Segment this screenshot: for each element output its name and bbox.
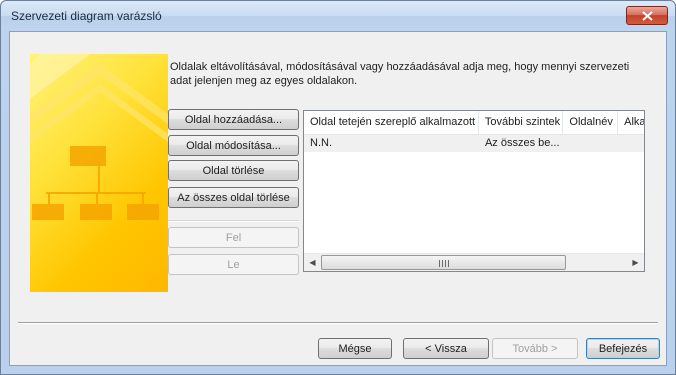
window-title: Szervezeti diagram varázsló bbox=[11, 9, 162, 23]
wizard-client-area: Oldalak eltávolításával, módosításával v… bbox=[9, 31, 667, 366]
column-header-employee[interactable]: Oldal tetején szereplő alkalmazott bbox=[304, 111, 479, 134]
pages-list[interactable]: Oldal tetején szereplő alkalmazott Továb… bbox=[303, 110, 645, 272]
add-page-button[interactable]: Oldal hozzáadása... bbox=[168, 109, 299, 130]
org-chart-illustration-icon bbox=[30, 54, 168, 220]
title-bar[interactable]: Szervezeti diagram varázsló bbox=[1, 1, 675, 31]
scrollbar-thumb[interactable] bbox=[321, 255, 566, 270]
cell-levels: Az összes be... bbox=[484, 137, 560, 149]
button-group-separator bbox=[168, 220, 299, 222]
grip-icon bbox=[438, 260, 449, 267]
cancel-button[interactable]: Mégse bbox=[318, 338, 392, 359]
list-item[interactable]: N.N. Az összes be... bbox=[304, 135, 644, 152]
finish-button[interactable]: Befejezés bbox=[586, 338, 660, 359]
cell-extra bbox=[618, 135, 644, 152]
next-button[interactable]: Tovább > bbox=[492, 338, 578, 359]
close-button[interactable] bbox=[626, 6, 668, 25]
column-header-page-name[interactable]: Oldalnév bbox=[563, 111, 619, 134]
footer-separator bbox=[18, 322, 658, 324]
cell-page-name bbox=[563, 135, 618, 152]
move-down-button[interactable]: Le bbox=[168, 254, 299, 275]
scroll-left-icon[interactable]: ◀ bbox=[304, 254, 321, 271]
delete-page-button[interactable]: Oldal törlése bbox=[168, 160, 299, 181]
modify-page-button[interactable]: Oldal módosítása... bbox=[168, 135, 299, 156]
close-icon bbox=[642, 11, 653, 21]
column-header-extra[interactable]: Alka bbox=[618, 111, 644, 134]
scroll-right-icon[interactable]: ▶ bbox=[627, 254, 644, 271]
horizontal-scrollbar[interactable]: ◀ ▶ bbox=[304, 253, 644, 271]
list-header: Oldal tetején szereplő alkalmazott Továb… bbox=[304, 111, 644, 135]
instruction-text: Oldalak eltávolításával, módosításával v… bbox=[170, 61, 630, 87]
delete-all-pages-button[interactable]: Az összes oldal törlése bbox=[168, 187, 299, 208]
back-button[interactable]: < Vissza bbox=[403, 338, 489, 359]
move-up-button[interactable]: Fel bbox=[168, 227, 299, 248]
cell-employee: N.N. bbox=[310, 137, 332, 149]
wizard-banner-image bbox=[30, 54, 168, 292]
wizard-window: Szervezeti diagram varázsló Oldalak eltá… bbox=[0, 0, 676, 375]
column-header-levels[interactable]: További szintek bbox=[479, 111, 564, 134]
